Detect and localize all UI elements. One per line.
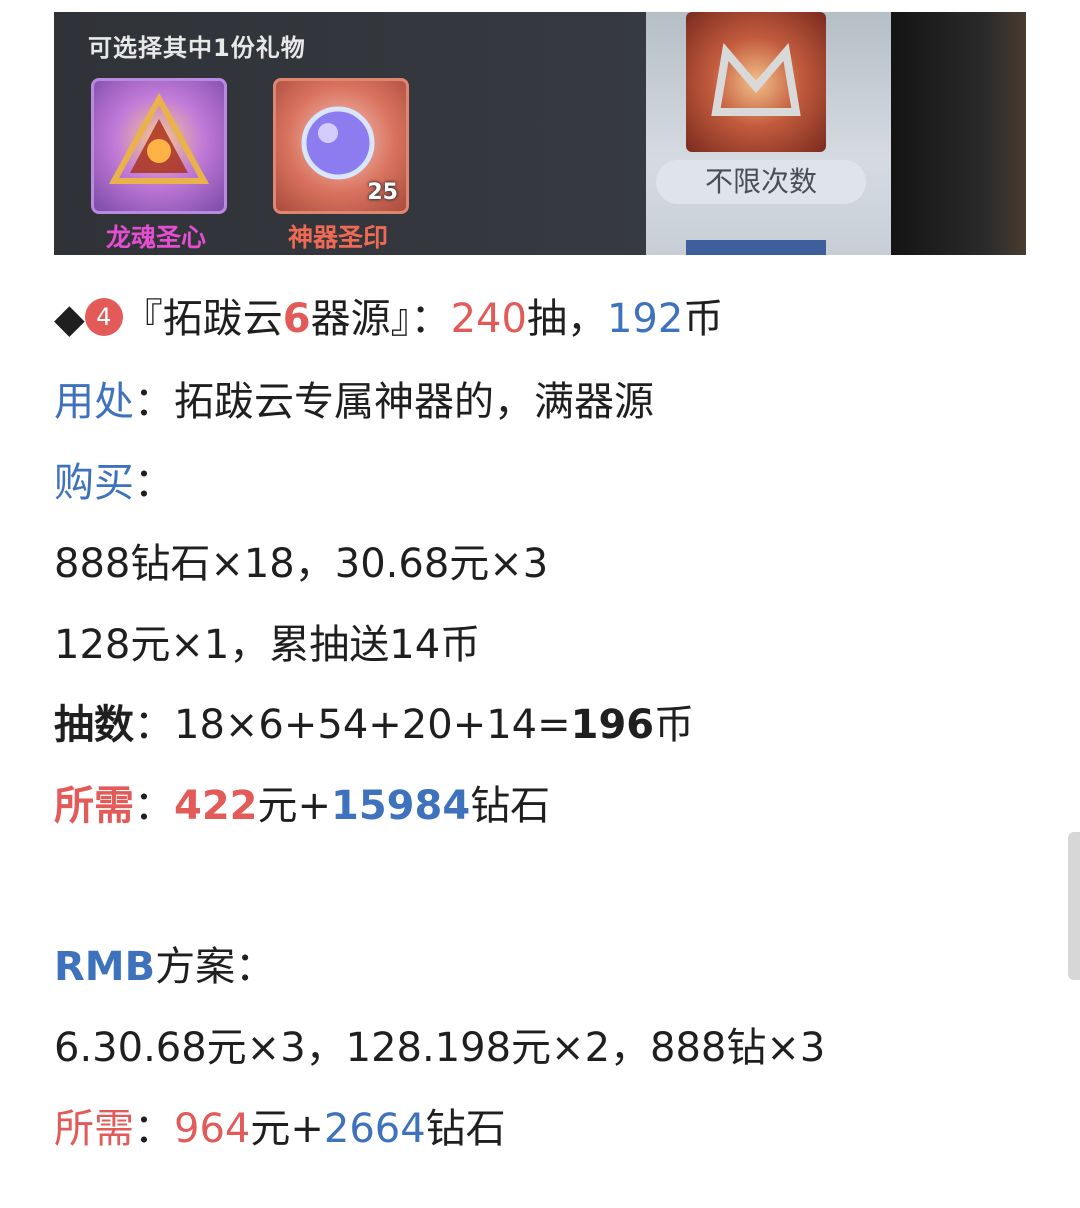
gift-name-dragon-heart: 龙魂圣心 <box>105 223 206 252</box>
requirement-rmb-unit-1: 元+ <box>257 783 332 829</box>
requirement-diamond-unit-2: 钻石 <box>425 1106 506 1152</box>
requirement-label-1: 所需 <box>54 783 134 829</box>
side-reward-panel: 不限次数 <box>646 12 891 255</box>
crown-emblem-icon <box>686 12 826 152</box>
heading-open: 『拓跋云 <box>122 296 283 342</box>
dark-background-edge <box>891 12 1026 255</box>
circled-number-badge: 4 <box>84 298 123 336</box>
scrollbar-thumb[interactable] <box>1068 832 1080 980</box>
buy-detail-line-1: 888钻石×18，30.68元×3 <box>54 541 549 587</box>
unlimited-times-badge: 不限次数 <box>656 160 866 204</box>
dragon-heart-gift-icon <box>91 78 227 214</box>
requirement-rmb-2: 964 <box>174 1106 251 1152</box>
requirement-label-2: 所需 <box>54 1106 134 1152</box>
draw-count-total: 196 <box>570 702 655 748</box>
draw-count-line: 抽数：18×6+54+20+14=196币 <box>54 700 694 750</box>
gift-name-artifact-seal: 神器圣印 <box>287 223 388 252</box>
requirement-line-2: 所需：964元+2664钻石 <box>54 1104 506 1154</box>
rmb-plan-detail: 6.30.68元×3，128.198元×2，888钻×3 <box>54 1025 826 1071</box>
heading-coins-unit: 币 <box>683 296 724 342</box>
heading-coins: 192 <box>606 296 684 342</box>
rmb-plan-text: 方案： <box>155 944 276 990</box>
usage-text: ：拓跋云专属神器的，满器源 <box>134 379 654 425</box>
requirement-colon-2: ： <box>134 1106 174 1152</box>
requirement-diamond-2: 2664 <box>323 1106 426 1152</box>
heading-draws: 240 <box>450 296 527 342</box>
requirement-rmb-unit-2: 元+ <box>250 1106 324 1152</box>
buy-colon: ： <box>134 460 174 506</box>
draw-count-unit: 币 <box>654 702 695 748</box>
dragon-triangle-icon <box>108 92 210 184</box>
heading-draws-unit: 抽， <box>526 296 607 342</box>
rmb-plan-heading: RMB方案： <box>54 942 275 992</box>
requirement-colon-1: ： <box>134 783 174 829</box>
gift-banner-image: 可选择其中1份礼物 龙魂圣心 25 神器圣印 不限次数 <box>54 12 1026 255</box>
diamond-bullet-icon: ◆ <box>54 296 85 342</box>
draw-count-expr: ：18×6+54+20+14= <box>134 702 571 748</box>
buy-label: 购买 <box>54 460 134 506</box>
gift-quantity-badge: 25 <box>367 180 398 205</box>
requirement-diamond-1: 15984 <box>331 783 471 829</box>
section-heading: ◆ 4 『拓跋云6器源』：240抽，192币 <box>54 294 723 344</box>
draw-count-label: 抽数 <box>54 702 134 748</box>
buy-line: 购买： <box>54 458 174 508</box>
usage-label: 用处 <box>54 379 134 425</box>
rmb-plan-label: RMB <box>54 944 156 990</box>
buy-detail-line-2: 128元×1，累抽送14币 <box>54 622 481 668</box>
requirement-line-1: 所需：422元+15984钻石 <box>54 781 550 831</box>
usage-line: 用处：拓跋云专属神器的，满器源 <box>54 377 654 427</box>
gift-choice-title: 可选择其中1份礼物 <box>88 34 306 62</box>
side-panel-button-edge <box>686 240 826 255</box>
heading-count: 6 <box>282 296 311 342</box>
artifact-seal-gift-icon: 25 <box>273 78 409 214</box>
heading-close: 器源』： <box>310 296 451 342</box>
requirement-rmb-1: 422 <box>174 783 258 829</box>
requirement-diamond-unit-1: 钻石 <box>470 783 551 829</box>
